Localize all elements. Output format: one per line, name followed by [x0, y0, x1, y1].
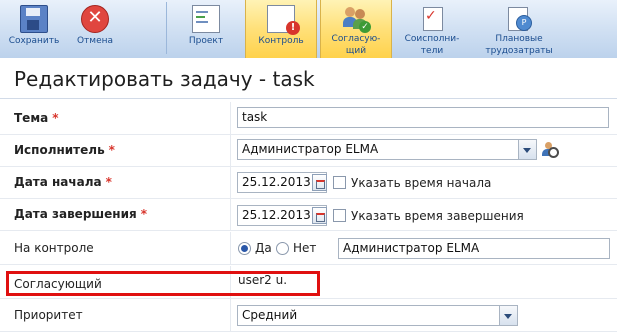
radio-no-label: Нет [293, 241, 317, 255]
row-priority: Приоритет Средний [0, 299, 617, 332]
start-time-label: Указать время начала [351, 176, 492, 190]
topic-label: Тема * [14, 111, 59, 125]
clock-icon: P [516, 15, 532, 31]
priority-select[interactable]: Средний [237, 305, 518, 326]
end-time-checkbox[interactable] [333, 209, 346, 222]
control-icon: ! [267, 5, 300, 35]
end-time-label: Указать время завершения [351, 209, 524, 223]
project-button[interactable]: Проект [176, 0, 236, 58]
calendar-icon[interactable] [312, 207, 327, 224]
cancel-icon: ✕ [81, 5, 109, 33]
start-date-label: Дата начала * [14, 175, 112, 189]
save-button-label: Сохранить [8, 36, 60, 46]
radio-yes-label: Да [255, 241, 272, 255]
save-button[interactable]: Сохранить [4, 0, 64, 58]
calendar-icon[interactable] [312, 174, 327, 191]
end-date-label: Дата завершения * [14, 207, 147, 221]
planned-effort-icon: P [506, 5, 532, 31]
approver-button[interactable]: ✓ Согласую- щий [320, 0, 392, 58]
coexecutors-icon: ✓ [419, 5, 445, 31]
page-header: Редактировать задачу - task [0, 58, 617, 99]
row-end-date: Дата завершения * 25.12.2013 Указать врем… [0, 198, 617, 231]
approver-icon: ✓ [343, 5, 371, 33]
project-icon [192, 5, 220, 33]
coexecutors-button[interactable]: ✓ Соисполни- тели [394, 0, 470, 58]
save-icon [20, 5, 48, 33]
alert-icon: ! [286, 21, 300, 35]
control-button[interactable]: ! Контроль [245, 0, 317, 58]
radio-no[interactable] [276, 242, 289, 255]
topic-input[interactable]: task [237, 107, 609, 128]
row-on-control: На контроле Да Нет Администратор ELMA [0, 232, 617, 265]
planned-effort-button-label: Плановые трудозатраты [485, 34, 553, 56]
check-icon: ✓ [359, 21, 371, 33]
priority-label: Приоритет [14, 308, 83, 322]
chevron-down-icon[interactable] [518, 140, 536, 159]
radio-yes[interactable] [238, 242, 251, 255]
check-icon: ✓ [425, 8, 437, 24]
control-button-label: Контроль [258, 36, 304, 46]
toolbar: Сохранить ✕ Отмена Проект ! Контроль ✓ С… [0, 0, 617, 59]
start-time-checkbox[interactable] [333, 176, 346, 189]
row-executor: Исполнитель * Администратор ELMA [0, 134, 617, 167]
page-title: Редактировать задачу - task [14, 67, 315, 91]
planned-effort-button[interactable]: P Плановые трудозатраты [474, 0, 564, 58]
coexecutors-button-label: Соисполни- тели [404, 34, 460, 56]
user-search-icon[interactable] [541, 141, 559, 158]
toolbar-separator [166, 2, 167, 54]
executor-select[interactable]: Администратор ELMA [237, 139, 537, 160]
project-button-label: Проект [188, 36, 224, 46]
approver-highlight [6, 271, 320, 296]
executor-label: Исполнитель * [14, 143, 115, 157]
on-control-label: На контроле [14, 241, 94, 255]
executor-value: Администратор ELMA [242, 142, 379, 156]
chevron-down-icon[interactable] [499, 306, 517, 325]
row-start-date: Дата начала * 25.12.2013 Указать время на… [0, 166, 617, 199]
row-topic: Тема * task [0, 102, 617, 135]
cancel-button[interactable]: ✕ Отмена [64, 0, 126, 58]
cancel-button-label: Отмена [76, 36, 114, 46]
priority-value: Средний [242, 308, 298, 322]
approver-button-label: Согласую- щий [331, 34, 381, 56]
controller-input[interactable]: Администратор ELMA [338, 238, 610, 259]
